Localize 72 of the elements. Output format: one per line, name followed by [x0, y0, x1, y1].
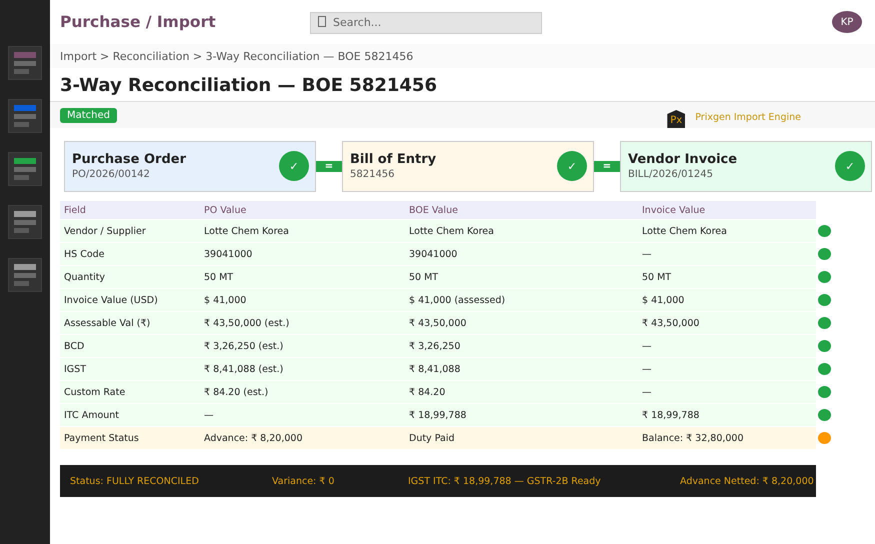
sidebar-item[interactable] [8, 152, 42, 186]
equals-connector: = [316, 160, 342, 172]
user-avatar[interactable]: KP [832, 11, 862, 33]
table-cell-text: HS Code [63, 248, 106, 260]
table-cell-text: — [203, 410, 214, 420]
table-cell-text: Lotte Chem Korea [203, 226, 290, 236]
document-number: PO/2026/00142 [72, 169, 151, 180]
table-cell-text: $ 41,000 [641, 294, 686, 306]
page-title: 3-Way Reconciliation — BOE 5821456 [60, 74, 438, 98]
table-cell-text: 50 MT [408, 272, 440, 282]
table-cell-text: 50 MT [203, 272, 234, 282]
summary-text: Status: FULLY RECONCILED [70, 476, 200, 486]
sidebar-item[interactable] [8, 99, 42, 133]
card-title: Vendor Invoice [628, 152, 738, 167]
sidebar-item[interactable] [8, 46, 42, 80]
sidebar-item[interactable] [8, 258, 42, 292]
table-cell-text: Invoice Value (USD) [63, 294, 159, 306]
summary-text: Variance: ₹ 0 [272, 476, 336, 486]
column-header: Field [63, 204, 87, 216]
table-cell-text: $ 41,000 (assessed) [408, 294, 506, 306]
table-cell-text: — [641, 340, 652, 352]
document-number: BILL/2026/01245 [628, 169, 714, 180]
table-cell-text: Balance: ₹ 32,80,000 [641, 432, 745, 444]
table-cell-text: Quantity [63, 272, 106, 282]
table-cell-text: 50 MT [641, 272, 672, 282]
summary-text: IGST ITC: ₹ 18,99,788 — GSTR-2B Ready [408, 476, 602, 486]
table-cell-text: Lotte Chem Korea [408, 226, 495, 236]
app-title: Purchase / Import [60, 13, 217, 31]
document-number: 5821456 [350, 169, 396, 180]
table-cell-text: 39041000 [203, 248, 254, 260]
card-title: Purchase Order [72, 152, 188, 167]
table-cell-text: Lotte Chem Korea [641, 226, 728, 236]
equals-connector: = [594, 160, 620, 172]
table-cell-text: — [641, 386, 652, 398]
column-header: Invoice Value [641, 204, 706, 216]
summary-text: Advance Netted: ₹ 8,20,000 [680, 476, 814, 486]
table-cell-text: ₹ 8,41,088 [408, 364, 462, 374]
table-cell-text: $ 41,000 [203, 294, 248, 306]
table-cell-text: Custom Rate [63, 386, 126, 398]
table-cell-text: ₹ 84.20 [408, 386, 446, 398]
sidebar-item[interactable] [8, 205, 42, 239]
table-cell-text: Vendor / Supplier [63, 226, 147, 236]
table-cell-text: IGST [63, 364, 87, 374]
table-cell-text: ₹ 43,50,000 [408, 318, 468, 328]
check-icon: ✓ [279, 151, 309, 181]
table-cell-text: ITC Amount [63, 410, 120, 420]
table-cell-text: ₹ 43,50,000 [641, 318, 700, 328]
check-icon: ✓ [557, 151, 587, 181]
table-cell-text: ₹ 43,50,000 (est.) [203, 318, 290, 328]
column-header: PO Value [203, 204, 248, 216]
table-cell-text: ₹ 18,99,788 [641, 410, 700, 420]
breadcrumb: Import > Reconciliation > 3-Way Reconciliation — BOE 5821456 [60, 50, 414, 62]
table-cell-text: Assessable Val (₹) [63, 318, 152, 328]
search-field[interactable]: Search... [310, 12, 542, 34]
table-cell-text: ₹ 84.20 (est.) [203, 386, 270, 398]
table-cell-text: ₹ 18,99,788 [408, 410, 468, 420]
engine-name: Prixgen Import Engine [695, 112, 801, 122]
card-title: Bill of Entry [350, 152, 438, 167]
table-cell-text: Payment Status [63, 432, 140, 444]
table-cell-text: BCD [63, 340, 86, 352]
check-icon: ✓ [835, 151, 865, 181]
engine-logo: Px [667, 110, 686, 128]
table-cell-text: ₹ 3,26,250 [408, 340, 462, 352]
table-cell-text: Duty Paid [408, 432, 456, 444]
table-cell-text: ₹ 8,41,088 (est.) [203, 364, 284, 374]
table-cell-text: — [641, 248, 652, 260]
table-cell-text: 39041000 [408, 248, 458, 260]
status-badge: Matched [60, 108, 118, 122]
table-cell-text: Advance: ₹ 8,20,000 [203, 432, 304, 444]
column-header: BOE Value [408, 204, 459, 216]
table-cell-text: ₹ 3,26,250 (est.) [203, 340, 284, 352]
table-cell-text: — [641, 364, 652, 374]
